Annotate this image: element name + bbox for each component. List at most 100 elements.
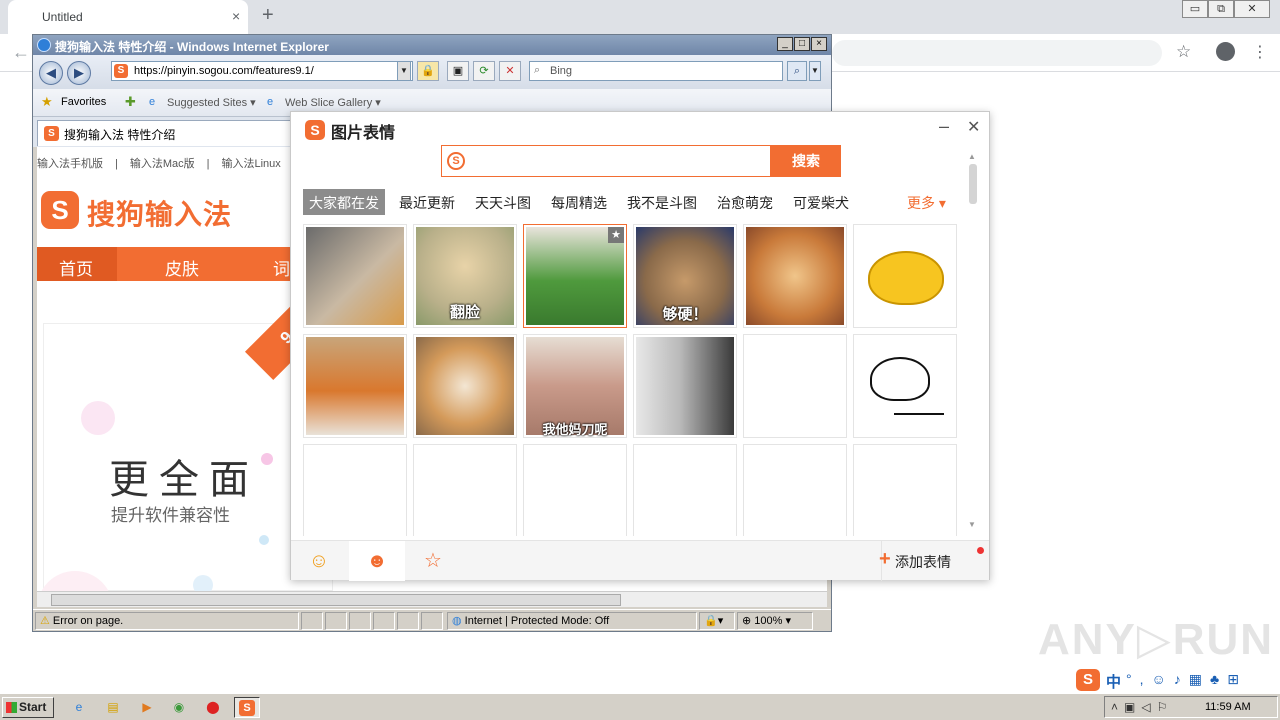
sogou-taskbar-icon[interactable]: S: [234, 697, 260, 718]
smiley-tab-icon[interactable]: ☺: [291, 541, 347, 581]
topnav-mac-link[interactable]: 输入法Mac版: [130, 158, 195, 170]
status-zone[interactable]: ◍ Internet | Protected Mode: Off: [447, 612, 697, 630]
emoji-item[interactable]: [853, 224, 957, 328]
emoji-item[interactable]: [413, 334, 517, 438]
add-emoji-button[interactable]: 添加表情: [895, 552, 951, 572]
emoji-caption: 翻脸: [449, 304, 480, 321]
emoji-item[interactable]: 翻脸: [413, 224, 517, 328]
sogou-ime-icon[interactable]: S: [1076, 669, 1100, 691]
web-slice-gallery-link[interactable]: Web Slice Gallery ▾: [285, 96, 381, 109]
category-tab[interactable]: 治愈萌宠: [717, 193, 773, 213]
ie-window-title: 搜狗输入法 特性介绍 - Windows Internet Explorer: [55, 40, 329, 54]
scroll-down-icon[interactable]: ▼: [968, 520, 976, 529]
more-categories-button[interactable]: 更多 ▾: [907, 193, 946, 213]
tray-icons[interactable]: ˄▣◁⚐: [1111, 700, 1173, 714]
forward-icon[interactable]: ▶: [67, 61, 91, 85]
category-tab[interactable]: 我不是斗图: [627, 193, 697, 213]
scrollbar-thumb[interactable]: [969, 164, 977, 204]
compat-view-icon[interactable]: ▣: [447, 61, 469, 81]
emoji-item[interactable]: [303, 334, 407, 438]
emoji-image: [306, 337, 404, 435]
back-icon[interactable]: ◀: [39, 61, 63, 85]
favorites-tab-icon[interactable]: ☆: [405, 541, 461, 581]
horizontal-scrollbar[interactable]: [37, 591, 827, 607]
close-icon[interactable]: ×: [232, 8, 240, 24]
stop-icon[interactable]: ✕: [499, 61, 521, 81]
address-dropdown-icon[interactable]: ▼: [397, 61, 411, 81]
emoji-item-empty[interactable]: [413, 444, 517, 536]
profile-avatar-icon[interactable]: [1216, 42, 1235, 61]
refresh-icon[interactable]: ⟳: [473, 61, 495, 81]
ie-tab[interactable]: S 搜狗输入法 特性介绍: [37, 120, 297, 146]
emoji-item[interactable]: [853, 334, 957, 438]
feature-subheading: 提升软件兼容性: [111, 506, 230, 525]
category-tab[interactable]: 每周精选: [551, 193, 607, 213]
restore-button[interactable]: ⧉: [1208, 0, 1234, 18]
add-favorite-icon[interactable]: ✚: [125, 94, 136, 110]
bookmark-star-icon[interactable]: ☆: [1176, 42, 1191, 62]
chrome-taskbar-icon[interactable]: ◉: [166, 697, 192, 718]
topnav-mobile-link[interactable]: 输入法手机版: [37, 158, 103, 170]
emoji-search-input[interactable]: S: [441, 145, 771, 177]
category-tab[interactable]: 可爱柴犬: [793, 193, 849, 213]
ie-taskbar-icon[interactable]: e: [66, 697, 92, 718]
emoji-item[interactable]: [743, 224, 847, 328]
ie-maximize-button[interactable]: □: [794, 37, 810, 51]
emoji-item-selected[interactable]: ★: [523, 224, 627, 328]
close-window-button[interactable]: ✕: [1234, 0, 1270, 18]
ime-tool-icons[interactable]: °,☺♪▦♣⊞: [1126, 671, 1247, 688]
suggested-sites-link[interactable]: Suggested Sites ▾: [167, 96, 256, 109]
favorite-star-icon[interactable]: ★: [608, 227, 624, 243]
sticker-tab-icon[interactable]: ☻: [349, 541, 405, 581]
lock-icon[interactable]: 🔒: [417, 61, 439, 81]
chrome-omnibox[interactable]: [832, 40, 1162, 66]
new-tab-icon[interactable]: +: [262, 4, 274, 27]
zoom-control[interactable]: ⊕ 100% ▾: [737, 612, 813, 630]
search-dropdown-icon[interactable]: ▼: [809, 61, 821, 81]
scroll-up-icon[interactable]: ▲: [968, 152, 976, 161]
ie-minimize-button[interactable]: _: [777, 37, 793, 51]
emoji-scrollbar[interactable]: ▲ ▼: [967, 152, 979, 532]
feature-heading: 更全面: [109, 458, 259, 502]
status-error[interactable]: ⚠ Error on page.: [35, 612, 299, 630]
ime-mode-toggle[interactable]: 中: [1106, 671, 1121, 692]
media-player-taskbar-icon[interactable]: ▶: [134, 697, 160, 718]
chrome-tab[interactable]: Untitled ×: [8, 0, 248, 34]
nav-dictionary[interactable]: 词: [273, 255, 290, 280]
emoji-item-empty[interactable]: [743, 334, 847, 438]
emoji-item-empty[interactable]: [523, 444, 627, 536]
emoji-item-empty[interactable]: [743, 444, 847, 536]
opera-taskbar-icon[interactable]: ⬤: [200, 697, 226, 718]
globe-icon: ◍: [452, 615, 465, 627]
address-bar[interactable]: S https://pinyin.sogou.com/features9.1/: [111, 61, 413, 81]
minimize-button[interactable]: ▭: [1182, 0, 1208, 18]
ie-close-button[interactable]: ×: [811, 37, 827, 51]
search-button[interactable]: 搜索: [771, 145, 841, 177]
back-arrow-icon[interactable]: ←: [12, 42, 30, 63]
emoji-item[interactable]: 够硬！: [633, 224, 737, 328]
emoji-item-empty[interactable]: [303, 444, 407, 536]
search-icon[interactable]: ⌕: [787, 61, 807, 81]
emoji-item[interactable]: [303, 224, 407, 328]
emoji-item-empty[interactable]: [853, 444, 957, 536]
minimize-icon[interactable]: –: [939, 116, 949, 137]
scrollbar-thumb[interactable]: [51, 594, 621, 606]
protected-mode-icon[interactable]: 🔒▾: [699, 612, 735, 630]
emoji-item[interactable]: 我他妈刀呢: [523, 334, 627, 438]
nav-home[interactable]: 首页: [59, 255, 93, 280]
favorites-button[interactable]: Favorites: [61, 96, 106, 108]
close-icon[interactable]: ✕: [967, 117, 980, 137]
nav-skins[interactable]: 皮肤: [165, 255, 199, 280]
start-button[interactable]: Start: [2, 697, 54, 718]
topnav-linux-link[interactable]: 输入法Linux: [222, 158, 281, 170]
status-cell: [397, 612, 419, 630]
emoji-item[interactable]: [633, 334, 737, 438]
folder-taskbar-icon[interactable]: ▤: [100, 697, 126, 718]
menu-dots-icon[interactable]: ⋮: [1252, 42, 1268, 62]
clock[interactable]: 11:59 AM: [1205, 701, 1251, 713]
category-tab[interactable]: 天天斗图: [475, 193, 531, 213]
category-tab[interactable]: 大家都在发: [309, 193, 379, 213]
search-input[interactable]: ⌕ Bing: [529, 61, 783, 81]
category-tab[interactable]: 最近更新: [399, 193, 455, 213]
emoji-item-empty[interactable]: [633, 444, 737, 536]
